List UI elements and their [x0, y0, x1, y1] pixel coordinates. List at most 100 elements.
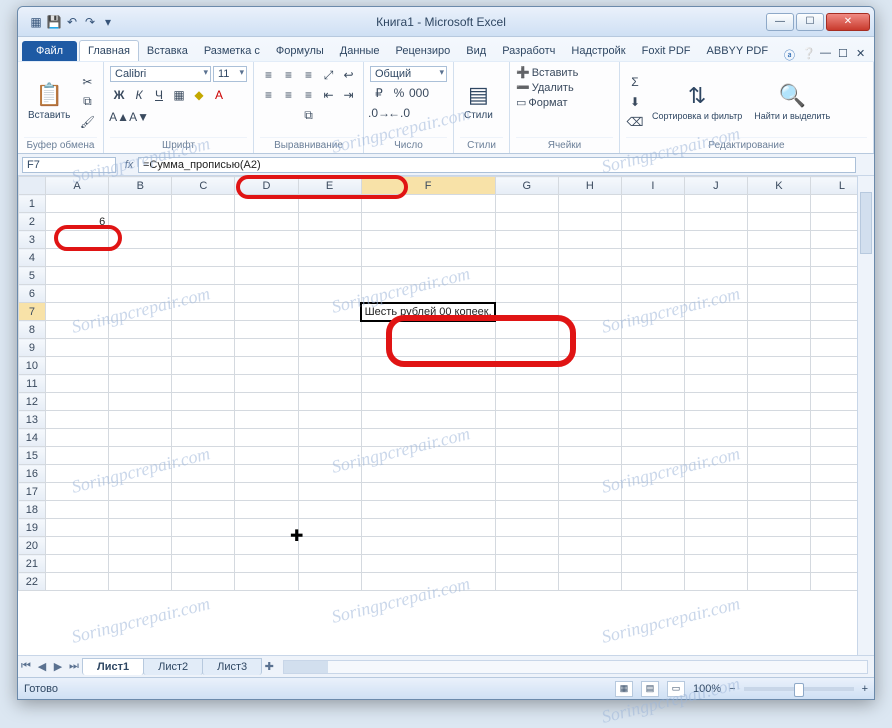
zoom-out-button[interactable]: −: [729, 683, 735, 695]
fill-icon[interactable]: ⬇: [626, 93, 644, 111]
cell-C20[interactable]: [172, 537, 235, 555]
cell-F15[interactable]: [361, 447, 495, 465]
cell-J11[interactable]: [684, 375, 747, 393]
cell-A17[interactable]: [45, 483, 108, 501]
row-header-16[interactable]: 16: [19, 465, 46, 483]
cell-J18[interactable]: [684, 501, 747, 519]
cell-G21[interactable]: [495, 555, 558, 573]
cell-B3[interactable]: [109, 231, 172, 249]
cell-F9[interactable]: [361, 339, 495, 357]
minimize-button[interactable]: —: [766, 13, 794, 31]
fill-color-icon[interactable]: ◆: [190, 86, 208, 104]
cell-G22[interactable]: [495, 573, 558, 591]
cell-G18[interactable]: [495, 501, 558, 519]
cell-I1[interactable]: [621, 195, 684, 213]
cell-E5[interactable]: [298, 267, 361, 285]
cell-D13[interactable]: [235, 411, 298, 429]
sheet-nav-prev-icon[interactable]: ◀: [34, 660, 50, 673]
cell-K10[interactable]: [747, 357, 810, 375]
cell-G4[interactable]: [495, 249, 558, 267]
cell-B7[interactable]: [109, 303, 172, 321]
cell-G3[interactable]: [495, 231, 558, 249]
ribbon-close-icon[interactable]: ✕: [856, 47, 870, 61]
row-header-17[interactable]: 17: [19, 483, 46, 501]
tab-developer[interactable]: Разработч: [494, 41, 563, 61]
cell-H4[interactable]: [558, 249, 621, 267]
cell-F20[interactable]: [361, 537, 495, 555]
cell-K3[interactable]: [747, 231, 810, 249]
cell-A4[interactable]: [45, 249, 108, 267]
col-header-G[interactable]: G: [495, 177, 558, 195]
cell-A5[interactable]: [45, 267, 108, 285]
cell-H7[interactable]: [558, 303, 621, 321]
cell-D1[interactable]: [235, 195, 298, 213]
cell-B15[interactable]: [109, 447, 172, 465]
row-header-1[interactable]: 1: [19, 195, 46, 213]
orientation-icon[interactable]: ⤢: [320, 66, 338, 84]
number-format-combo[interactable]: Общий: [370, 66, 447, 82]
cell-C9[interactable]: [172, 339, 235, 357]
cell-D17[interactable]: [235, 483, 298, 501]
tab-foxit[interactable]: Foxit PDF: [634, 41, 699, 61]
align-center-icon[interactable]: ≡: [280, 86, 298, 104]
tab-home[interactable]: Главная: [79, 40, 139, 61]
cell-E8[interactable]: [298, 321, 361, 339]
cell-C3[interactable]: [172, 231, 235, 249]
cell-C18[interactable]: [172, 501, 235, 519]
styles-button[interactable]: ▤ Стили: [460, 80, 497, 123]
cell-D16[interactable]: [235, 465, 298, 483]
cell-K20[interactable]: [747, 537, 810, 555]
underline-icon[interactable]: Ч: [150, 86, 168, 104]
cell-B19[interactable]: [109, 519, 172, 537]
row-header-7[interactable]: 7: [19, 303, 46, 321]
help-style-icon[interactable]: ⓐ: [784, 47, 798, 61]
align-right-icon[interactable]: ≡: [300, 86, 318, 104]
cell-F11[interactable]: [361, 375, 495, 393]
cell-E15[interactable]: [298, 447, 361, 465]
cell-A7[interactable]: [45, 303, 108, 321]
cell-H22[interactable]: [558, 573, 621, 591]
cell-C1[interactable]: [172, 195, 235, 213]
grow-font-icon[interactable]: A▲: [110, 108, 128, 126]
cell-G8[interactable]: [495, 321, 558, 339]
vertical-scrollbar[interactable]: [857, 176, 874, 655]
cell-D22[interactable]: [235, 573, 298, 591]
row-header-5[interactable]: 5: [19, 267, 46, 285]
cell-E20[interactable]: [298, 537, 361, 555]
tab-formulas[interactable]: Формулы: [268, 41, 332, 61]
copy-icon[interactable]: ⧉: [78, 93, 96, 111]
tab-insert[interactable]: Вставка: [139, 41, 196, 61]
row-header-21[interactable]: 21: [19, 555, 46, 573]
cell-C17[interactable]: [172, 483, 235, 501]
italic-icon[interactable]: К: [130, 86, 148, 104]
cell-E16[interactable]: [298, 465, 361, 483]
cell-B21[interactable]: [109, 555, 172, 573]
cell-I19[interactable]: [621, 519, 684, 537]
cell-A18[interactable]: [45, 501, 108, 519]
cell-D20[interactable]: [235, 537, 298, 555]
cell-J6[interactable]: [684, 285, 747, 303]
cell-K12[interactable]: [747, 393, 810, 411]
cell-K16[interactable]: [747, 465, 810, 483]
cell-B17[interactable]: [109, 483, 172, 501]
row-header-19[interactable]: 19: [19, 519, 46, 537]
cell-C19[interactable]: [172, 519, 235, 537]
cell-I9[interactable]: [621, 339, 684, 357]
cell-G19[interactable]: [495, 519, 558, 537]
cell-B16[interactable]: [109, 465, 172, 483]
cell-I2[interactable]: [621, 213, 684, 231]
cell-A6[interactable]: [45, 285, 108, 303]
col-header-I[interactable]: I: [621, 177, 684, 195]
row-header-6[interactable]: 6: [19, 285, 46, 303]
cell-H13[interactable]: [558, 411, 621, 429]
cell-D12[interactable]: [235, 393, 298, 411]
cell-C10[interactable]: [172, 357, 235, 375]
row-header-8[interactable]: 8: [19, 321, 46, 339]
wrap-icon[interactable]: ↩: [340, 66, 358, 84]
maximize-button[interactable]: ☐: [796, 13, 824, 31]
tab-view[interactable]: Вид: [458, 41, 494, 61]
cell-D4[interactable]: [235, 249, 298, 267]
sheet-nav-first-icon[interactable]: ⏮: [18, 660, 34, 673]
cell-G7[interactable]: [495, 303, 558, 321]
ribbon-min-icon[interactable]: —: [820, 47, 834, 61]
